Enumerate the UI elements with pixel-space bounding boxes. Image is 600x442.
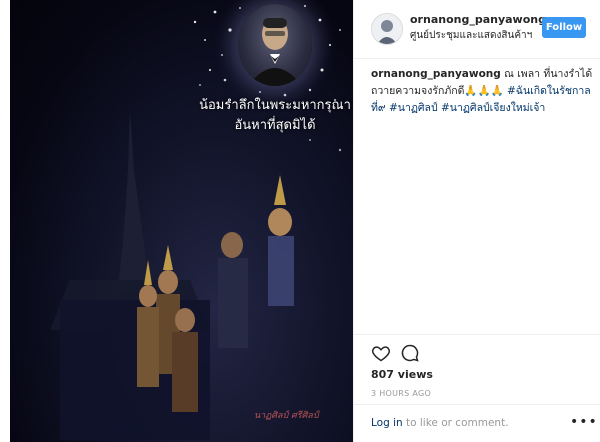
caption-emoji: 🙏🙏🙏 [464,85,504,97]
caption-line-1: น้อมรำลึกในพระมหากรุณา [199,98,351,113]
view-count[interactable]: 807 views [371,368,433,381]
caption-username[interactable]: ornanong_panyawong [371,68,501,80]
heart-icon[interactable] [371,343,391,363]
hashtag-link[interactable]: #นาฏศิลป์เจียงใหม่เจ้า [441,102,545,114]
post-header: ornanong_panyawong ศูนย์ประชุมและแสดงสิน… [354,0,600,59]
king-portrait [238,4,312,86]
login-prompt-text: to like or comment. [402,417,509,429]
more-options-icon[interactable]: ••• [570,414,598,430]
media-caption: น้อมรำลึกในพระมหากรุณา อันหาที่สุดมิได้ [190,96,353,136]
login-link[interactable]: Log in [371,417,403,429]
post-image[interactable]: น้อมรำลึกในพระมหากรุณา อันหาที่สุดมิได้ … [10,0,353,442]
follow-button[interactable]: Follow [542,17,586,38]
hashtag-link[interactable]: #นาฏศิลป์ [389,102,438,114]
post-side-panel: ornanong_panyawong ศูนย์ประชุมและแสดงสิน… [354,0,600,442]
caption-line-2: อันหาที่สุดมิได้ [234,118,316,133]
media-watermark: นาฏศิลป์ ศรีศิลป์ [254,411,319,421]
comment-bubble-icon[interactable] [400,343,420,363]
location-link[interactable]: ศูนย์ประชุมและแสดงสินค้าฯ [410,28,540,43]
post-timestamp[interactable]: 3 HOURS AGO [371,389,431,398]
username-link[interactable]: ornanong_panyawong [410,13,546,26]
avatar[interactable] [371,13,403,45]
footer-divider [354,404,600,405]
post-caption: ornanong_panyawong ณ เพลา ที่นางรำได้ถวา… [371,66,593,117]
post-media[interactable]: น้อมรำลึกในพระมหากรุณา อันหาที่สุดมิได้ … [0,0,353,442]
login-prompt: Log in to like or comment. [371,417,509,429]
actions-divider [354,334,600,335]
